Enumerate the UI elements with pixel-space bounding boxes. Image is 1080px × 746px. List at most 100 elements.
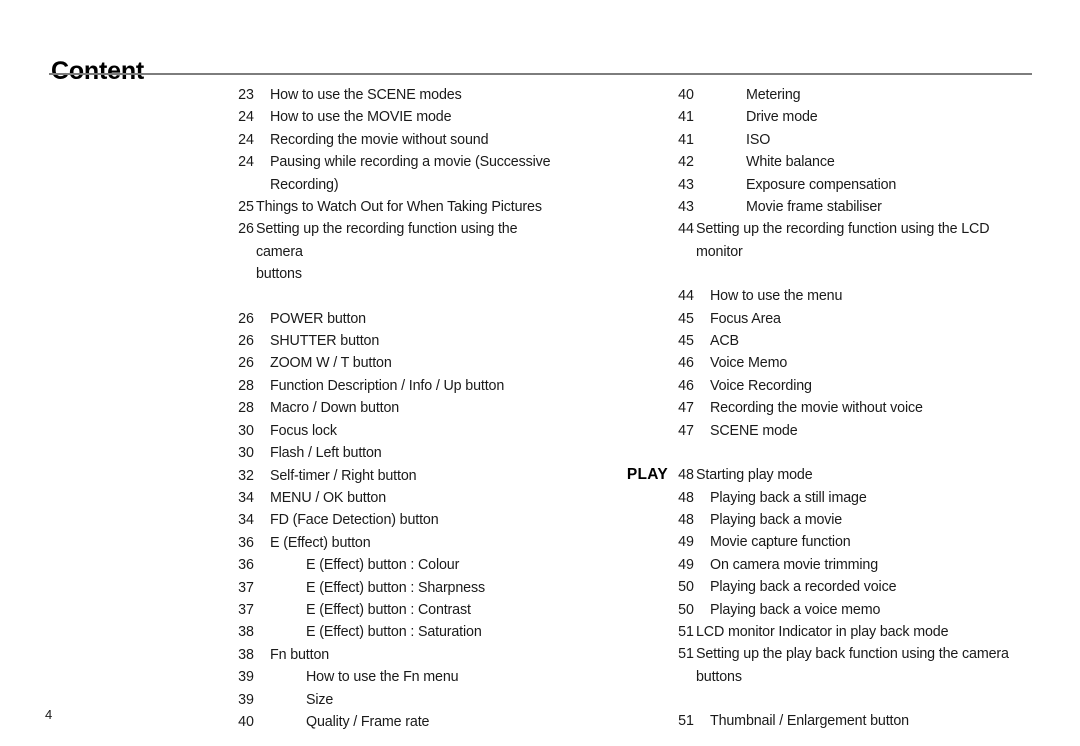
toc-entry[interactable]: 34 FD (Face Detection) button — [160, 509, 560, 531]
toc-entry[interactable]: 25 Things to Watch Out for When Taking Pi… — [160, 196, 560, 218]
toc-entry-title: Movie capture function — [710, 534, 851, 551]
toc-entry-title: On camera movie trimming — [710, 556, 879, 573]
toc-entry-title: MENU / OK button — [270, 489, 386, 506]
toc-entry[interactable]: 48 Playing back a movie — [600, 509, 1060, 531]
toc-entry-page-number: 28 — [238, 400, 254, 417]
toc-entry[interactable]: PLAY 48 Starting play mode — [600, 464, 1060, 486]
toc-entry[interactable]: 51 LCD monitor Indicator in play back mod… — [600, 621, 1060, 643]
toc-entry-page-number: 51 — [678, 623, 694, 640]
toc-entry-page-number: 26 — [238, 355, 254, 372]
toc-entry[interactable]: 46 Voice Recording — [600, 375, 1060, 397]
toc-entry[interactable]: 46 Voice Memo — [600, 352, 1060, 374]
toc-entry[interactable]: 24 Recording the movie without sound — [160, 129, 560, 151]
toc-entry[interactable]: 43 Exposure compensation — [600, 174, 1060, 196]
toc-entry-title: Function Description / Info / Up button — [270, 377, 505, 394]
toc-entry[interactable]: 39 Size — [160, 689, 560, 711]
toc-entry-title: Playing back a recorded voice — [710, 579, 897, 596]
toc-entry-page-number: 43 — [678, 176, 694, 193]
toc-entry[interactable]: 32 Self-timer / Right button — [160, 465, 560, 487]
toc-entry-page-number: 48 — [678, 489, 694, 506]
toc-page: Content 23 How to use the SCENE modes 24 Ho… — [0, 0, 1080, 746]
toc-entry-title: Thumbnail / Enlargement button — [710, 713, 909, 730]
toc-entry[interactable]: 42 White balance — [600, 151, 1060, 173]
toc-entry[interactable]: 47 Recording the movie without voice — [600, 397, 1060, 419]
toc-entry[interactable]: 39 How to use the Fn menu — [160, 666, 560, 688]
toc-entry[interactable]: 26 ZOOM W / T button — [160, 352, 560, 374]
toc-entry-page-number: 43 — [678, 199, 694, 216]
toc-entry[interactable]: 24 How to use the MOVIE mode — [160, 106, 560, 128]
toc-entry[interactable]: 36 E (Effect) button — [160, 532, 560, 554]
toc-entry-title: E (Effect) button : Contrast — [306, 601, 471, 618]
toc-entry[interactable]: 44 How to use the menu — [600, 285, 1060, 307]
toc-entry[interactable]: 41 Drive mode — [600, 106, 1060, 128]
toc-entry-title: SCENE mode — [710, 422, 798, 439]
toc-entry-page-number: 50 — [678, 579, 694, 596]
toc-entry[interactable]: 40 Quality / Frame rate — [160, 711, 560, 733]
toc-entry-title: How to use the SCENE modes — [270, 87, 462, 103]
toc-entry-title: POWER button — [270, 310, 366, 327]
toc-entry-page-number: 24 — [238, 109, 254, 126]
toc-entry-page-number: 34 — [238, 489, 254, 506]
toc-entry-page-number: 36 — [238, 534, 254, 551]
toc-entry[interactable]: 48 Playing back a still image — [600, 487, 1060, 509]
toc-entry[interactable]: 45 ACB — [600, 330, 1060, 352]
toc-entry-page-number: 38 — [238, 646, 254, 663]
toc-entry-page-number: 47 — [678, 422, 694, 439]
toc-entry[interactable]: 40 Metering — [600, 84, 1060, 106]
toc-entry-page-number: 44 — [678, 288, 694, 305]
toc-entry-title: E (Effect) button — [270, 534, 371, 551]
toc-entry[interactable]: 38 Fn button — [160, 644, 560, 666]
toc-entry[interactable]: 23 How to use the SCENE modes — [160, 84, 560, 106]
toc-entry-title: Macro / Down button — [270, 400, 400, 417]
toc-entry-title: Size — [306, 691, 334, 708]
page-title: Content — [51, 56, 145, 85]
toc-entry[interactable]: 30 Flash / Left button — [160, 442, 560, 464]
toc-entry[interactable]: 43 Movie frame stabiliser — [600, 196, 1060, 218]
toc-entry-page-number: 34 — [238, 512, 254, 529]
toc-entry-page-number: 26 — [238, 333, 254, 350]
toc-entry[interactable]: 50 Playing back a voice memo — [600, 599, 1060, 621]
toc-entry-page-number: 42 — [678, 154, 694, 171]
toc-entry[interactable]: 38 E (Effect) button : Saturation — [160, 621, 560, 643]
toc-entry-title: Pausing while recording a movie (Success… — [270, 154, 551, 193]
toc-entry[interactable]: 47 SCENE mode — [600, 420, 1060, 442]
toc-entry[interactable]: 26 POWER button — [160, 308, 560, 330]
toc-entry[interactable]: 51 Setting up the play back function usin… — [600, 643, 1060, 688]
toc-entry-page-number: 41 — [678, 109, 694, 126]
toc-entry-title: Exposure compensation — [746, 176, 897, 193]
toc-entry-page-number: 39 — [238, 691, 254, 708]
toc-entry[interactable]: 37 E (Effect) button : Sharpness — [160, 577, 560, 599]
toc-entry-page-number: 40 — [238, 713, 254, 730]
toc-entry[interactable]: 28 Function Description / Info / Up butto… — [160, 375, 560, 397]
toc-entry-title: ISO — [746, 131, 771, 148]
toc-entry-page-number: 30 — [238, 422, 254, 439]
toc-entry-page-number: 38 — [238, 624, 254, 641]
toc-entry-page-number: 49 — [678, 534, 694, 551]
toc-entry[interactable]: 34 MENU / OK button — [160, 487, 560, 509]
toc-entry[interactable]: 26 SHUTTER button — [160, 330, 560, 352]
toc-entry[interactable]: 41 ISO — [600, 129, 1060, 151]
toc-entry[interactable]: 51 Thumbnail / Enlargement button — [600, 710, 1060, 732]
toc-entry-title: How to use the menu — [710, 288, 843, 305]
toc-entry-title: ACB — [710, 333, 739, 350]
toc-entry[interactable]: 50 Playing back a recorded voice — [600, 576, 1060, 598]
toc-entry[interactable]: 30 Focus lock — [160, 420, 560, 442]
toc-entry[interactable]: 44 Setting up the recording function usin… — [600, 218, 1060, 263]
toc-entry[interactable]: 24 Pausing while recording a movie (Succe… — [160, 151, 560, 196]
toc-entry-title: Setting up the recording function using … — [256, 221, 518, 283]
toc-entry[interactable]: 45 Focus Area — [600, 308, 1060, 330]
toc-section-tag: PLAY — [626, 466, 668, 484]
toc-entry-page-number: 23 — [238, 87, 254, 103]
toc-entry-title: ZOOM W / T button — [270, 355, 392, 372]
toc-entry[interactable]: 37 E (Effect) button : Contrast — [160, 599, 560, 621]
toc-entry-page-number: 32 — [238, 467, 254, 484]
toc-entry[interactable]: 49 On camera movie trimming — [600, 554, 1060, 576]
toc-entry-page-number: 51 — [678, 646, 694, 663]
toc-entry[interactable]: 49 Movie capture function — [600, 531, 1060, 553]
toc-entry-title: Metering — [746, 87, 801, 103]
toc-entry[interactable]: 26 Setting up the recording function usin… — [160, 218, 560, 285]
toc-entry-title: How to use the Fn menu — [306, 669, 459, 686]
toc-entry[interactable]: 36 E (Effect) button : Colour — [160, 554, 560, 576]
toc-entry-page-number: 44 — [678, 221, 694, 238]
toc-entry[interactable]: 28 Macro / Down button — [160, 397, 560, 419]
